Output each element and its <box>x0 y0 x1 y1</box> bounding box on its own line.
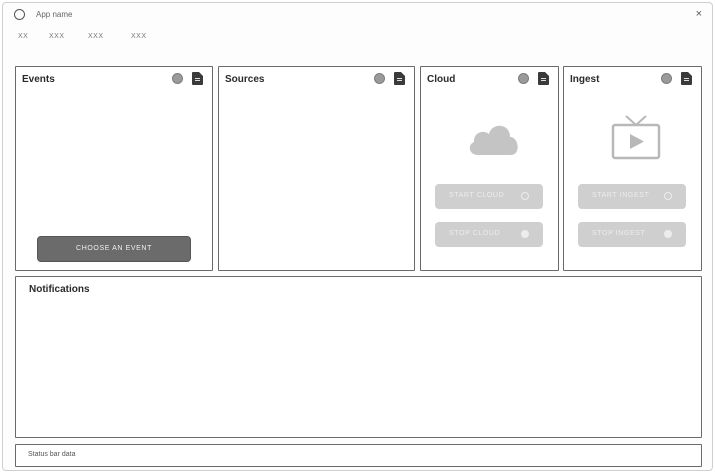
cloud-title: Cloud <box>427 74 456 85</box>
help-icon[interactable] <box>661 73 672 84</box>
status-bar: Status bar data <box>15 444 702 467</box>
ingest-title: Ingest <box>570 74 600 85</box>
document-icon[interactable] <box>192 72 203 85</box>
help-icon[interactable] <box>172 73 183 84</box>
sources-title: Sources <box>225 74 265 85</box>
start-icon <box>521 192 529 200</box>
menu-item-4[interactable]: XXX <box>131 33 147 40</box>
close-button[interactable]: × <box>696 7 702 21</box>
notifications-panel: Notifications <box>15 276 702 438</box>
menu-item-3[interactable]: XXX <box>88 33 104 40</box>
notifications-title: Notifications <box>29 284 90 295</box>
document-icon[interactable] <box>681 72 692 85</box>
title-bar: App name × <box>3 3 712 27</box>
choose-event-button[interactable]: CHOOSE AN EVENT <box>37 236 191 262</box>
help-icon[interactable] <box>374 73 385 84</box>
cloud-panel: Cloud START CLOUD STOP CLOUD <box>420 66 559 271</box>
stop-ingest-button[interactable]: STOP INGEST <box>578 222 686 247</box>
status-bar-text: Status bar data <box>28 451 76 458</box>
stop-cloud-button[interactable]: STOP CLOUD <box>435 222 543 247</box>
document-icon[interactable] <box>538 72 549 85</box>
sources-panel: Sources <box>218 66 415 271</box>
menu-item-2[interactable]: XXX <box>49 33 65 40</box>
stop-ingest-label: STOP INGEST <box>592 230 646 237</box>
stop-icon <box>521 230 529 238</box>
stop-cloud-label: STOP CLOUD <box>449 230 501 237</box>
start-cloud-button[interactable]: START CLOUD <box>435 184 543 209</box>
app-logo-icon <box>14 9 25 20</box>
app-window: App name × XX XXX XXX XXX Events CHOOSE … <box>2 2 713 471</box>
document-icon[interactable] <box>394 72 405 85</box>
events-panel: Events CHOOSE AN EVENT <box>15 66 213 271</box>
menu-item-1[interactable]: XX <box>18 33 28 40</box>
start-icon <box>664 192 672 200</box>
app-name: App name <box>36 10 73 19</box>
cloud-icon <box>469 125 518 155</box>
ingest-panel: Ingest START INGEST STOP INGEST <box>563 66 702 271</box>
start-ingest-button[interactable]: START INGEST <box>578 184 686 209</box>
menu-bar: XX XXX XXX XXX <box>3 33 712 49</box>
tv-play-icon <box>611 115 661 160</box>
help-icon[interactable] <box>518 73 529 84</box>
stop-icon <box>664 230 672 238</box>
start-cloud-label: START CLOUD <box>449 192 505 199</box>
start-ingest-label: START INGEST <box>592 192 650 199</box>
events-title: Events <box>22 74 55 85</box>
